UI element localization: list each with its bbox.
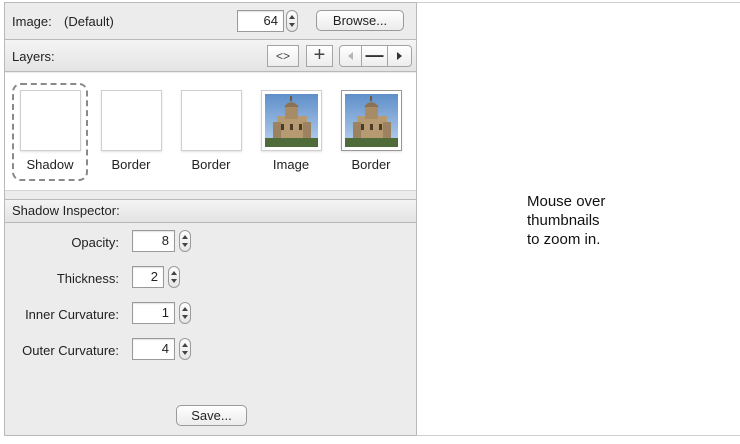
thumbnail-strip: Shadow Border Border Image Border <box>5 73 417 191</box>
church-photo <box>265 94 318 147</box>
preview-message-line: thumbnails <box>527 212 600 229</box>
field-label: Thickness: <box>56 271 119 286</box>
thumbnail-caption: Border <box>351 157 391 172</box>
triangle-left-icon <box>348 52 353 60</box>
thumbnail-image <box>181 90 242 151</box>
thumbnail-caption: Border <box>191 157 231 172</box>
thumbnail-caption: Image <box>272 157 310 172</box>
move-right-button[interactable] <box>387 45 412 67</box>
stepper-up-icon[interactable] <box>171 271 177 275</box>
inspector-title: Shadow Inspector: <box>5 199 417 223</box>
thumbnail-border-image[interactable]: Border <box>333 83 409 181</box>
left-panel: Image: (Default) 64 Browse... Layers: <>… <box>4 2 417 436</box>
image-size-stepper[interactable] <box>286 10 298 32</box>
opacity-stepper[interactable] <box>179 230 191 252</box>
stepper-up-icon[interactable] <box>182 235 188 239</box>
save-button[interactable]: Save... <box>176 405 247 426</box>
thickness-stepper[interactable] <box>168 266 180 288</box>
preview-panel: Mouse over thumbnails to zoom in. <box>416 2 740 436</box>
remove-layer-button[interactable]: — <box>361 45 388 67</box>
stepper-down-icon[interactable] <box>182 315 188 319</box>
stepper-up-icon[interactable] <box>182 343 188 347</box>
thumbnail-image-layer[interactable]: Image <box>253 83 329 181</box>
thickness-field[interactable]: 2 <box>132 266 164 288</box>
stepper-down-icon[interactable] <box>289 23 295 27</box>
opacity-field[interactable]: 8 <box>132 230 175 252</box>
thumbnail-image <box>261 90 322 151</box>
layers-label: Layers: <box>12 49 55 64</box>
thumbnail-image <box>101 90 162 151</box>
move-left-button[interactable] <box>339 45 362 67</box>
layers-toolbar: Layers: <> + — <box>5 40 417 72</box>
stepper-down-icon[interactable] <box>182 351 188 355</box>
field-label: Outer Curvature: <box>22 343 119 358</box>
inner-curvature-field[interactable]: 1 <box>132 302 175 324</box>
triangle-right-icon <box>397 52 402 60</box>
outer-curvature-field[interactable]: 4 <box>132 338 175 360</box>
thumbnail-border[interactable]: Border <box>93 83 169 181</box>
stepper-down-icon[interactable] <box>171 279 177 283</box>
preview-message: Mouse over thumbnails to zoom in. <box>527 192 605 249</box>
add-layer-button[interactable]: + <box>306 45 333 67</box>
image-value: (Default) <box>64 14 114 29</box>
thumbnail-caption: Shadow <box>26 157 74 172</box>
code-button[interactable]: <> <box>267 45 299 67</box>
thumbnail-shadow[interactable]: Shadow <box>12 83 88 181</box>
preview-message-line: to zoom in. <box>527 231 601 248</box>
field-label: Inner Curvature: <box>25 307 119 322</box>
image-label: Image: <box>12 14 52 29</box>
image-row: Image: (Default) 64 Browse... <box>5 3 417 40</box>
browse-button[interactable]: Browse... <box>316 10 404 31</box>
stepper-up-icon[interactable] <box>289 15 295 19</box>
thumbnail-image <box>20 90 81 151</box>
field-label: Opacity: <box>71 235 119 250</box>
church-photo <box>345 94 398 147</box>
image-size-field[interactable]: 64 <box>237 10 284 32</box>
thumbnail-image <box>341 90 402 151</box>
preview-message-line: Mouse over <box>527 193 606 210</box>
stepper-down-icon[interactable] <box>182 243 188 247</box>
outer-curvature-stepper[interactable] <box>179 338 191 360</box>
stepper-up-icon[interactable] <box>182 307 188 311</box>
inner-curvature-stepper[interactable] <box>179 302 191 324</box>
thumbnail-border[interactable]: Border <box>173 83 249 181</box>
thumbnail-caption: Border <box>111 157 151 172</box>
